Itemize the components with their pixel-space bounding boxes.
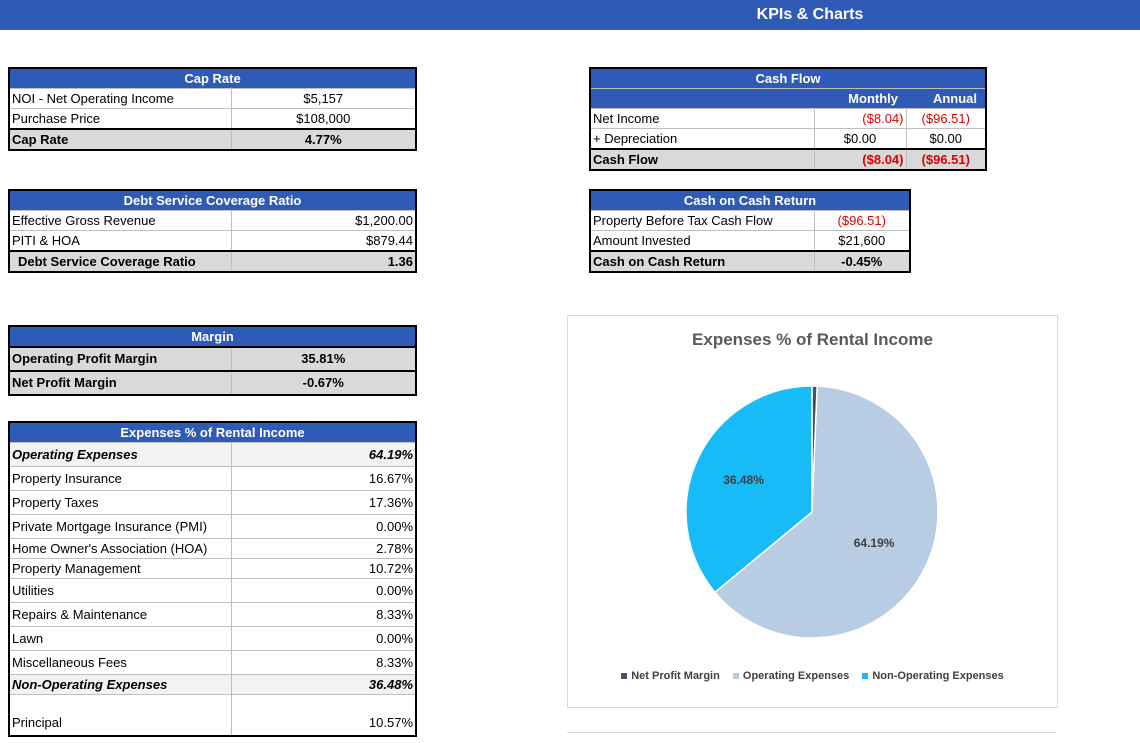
annual-column-header: Annual	[906, 88, 986, 109]
second-chart-edge	[567, 732, 1056, 743]
expense-row-value[interactable]: 10.57%	[230, 694, 417, 737]
expense-row-value[interactable]: 8.33%	[230, 602, 417, 627]
legend-item-non-operating-expenses: Non-Operating Expenses	[862, 670, 1004, 682]
dscr-total-label[interactable]: Debt Service Coverage Ratio	[8, 250, 232, 273]
coc-row-label[interactable]: Amount Invested	[589, 230, 815, 252]
cash-flow-monthly-value[interactable]: ($8.04)	[813, 108, 907, 129]
expenses-table: Expenses % of Rental Income Operating Ex…	[8, 421, 418, 737]
dscr-row-value[interactable]: $879.44	[230, 230, 417, 252]
dscr-total-value[interactable]: 1.36	[230, 250, 417, 273]
operating-expenses-value[interactable]: 64.19%	[230, 442, 417, 467]
cash-flow-annual-value[interactable]: $0.00	[905, 128, 987, 150]
cap-rate-row-value[interactable]: $108,000	[230, 108, 417, 130]
expenses-title: Expenses % of Rental Income	[9, 421, 417, 443]
cap-rate-table: Cap Rate NOI - Net Operating Income $5,1…	[8, 67, 418, 151]
cap-rate-title: Cap Rate	[9, 67, 417, 89]
cash-flow-row-label[interactable]: Net Income	[589, 108, 815, 129]
legend-swatch-operating-expenses	[732, 673, 739, 680]
expense-row-value[interactable]: 17.36%	[230, 490, 417, 515]
expense-row-value[interactable]: 16.67%	[230, 466, 417, 491]
expense-row-label[interactable]: Property Insurance	[8, 466, 232, 491]
expense-row-label[interactable]: Private Mortgage Insurance (PMI)	[8, 514, 232, 539]
expense-row-value[interactable]: 0.00%	[230, 514, 417, 539]
expense-row-label[interactable]: Lawn	[8, 626, 232, 651]
dscr-row-value[interactable]: $1,200.00	[230, 210, 417, 231]
expense-row-value[interactable]: 8.33%	[230, 650, 417, 675]
margin-row-value[interactable]: 35.81%	[230, 346, 417, 372]
monthly-column-header: Monthly	[814, 88, 906, 109]
expense-row-label[interactable]: Principal	[8, 694, 232, 737]
expense-row-label[interactable]: Utilities	[8, 578, 232, 603]
pie-label-non-operating-expenses: 36.48%	[723, 473, 764, 487]
cash-flow-total-label[interactable]: Cash Flow	[589, 148, 815, 171]
coc-title: Cash on Cash Return	[590, 189, 910, 211]
non-operating-expenses-label[interactable]: Non-Operating Expenses	[8, 674, 232, 695]
legend-swatch-net-profit-margin	[621, 673, 628, 680]
expense-row-label[interactable]: Repairs & Maintenance	[8, 602, 232, 627]
cash-flow-total-annual[interactable]: ($96.51)	[905, 148, 987, 171]
margin-row-value[interactable]: -0.67%	[230, 370, 417, 396]
pie-plot: -0.67%64.19%36.48%	[685, 385, 939, 639]
page-title: KPIs & Charts	[756, 6, 864, 23]
margin-title: Margin	[9, 325, 416, 348]
cash-flow-row-label[interactable]: + Depreciation	[589, 128, 815, 150]
expense-row-label[interactable]: Home Owner's Association (HOA)	[8, 538, 232, 559]
dscr-row-label[interactable]: PITI & HOA	[8, 230, 232, 252]
expenses-pie-chart[interactable]: Expenses % of Rental Income -0.67% 64.19%…	[567, 315, 1058, 708]
header-banner	[0, 0, 1140, 30]
pie-label-operating-expenses: 64.19%	[854, 536, 895, 550]
expense-row-value[interactable]: 2.78%	[230, 538, 417, 559]
cash-flow-monthly-value[interactable]: $0.00	[813, 128, 907, 150]
margin-row-label[interactable]: Net Profit Margin	[8, 370, 232, 396]
coc-row-label[interactable]: Property Before Tax Cash Flow	[589, 210, 815, 231]
expense-row-label[interactable]: Property Management	[8, 558, 232, 579]
expense-row-value[interactable]: 0.00%	[230, 578, 417, 603]
dscr-title: Debt Service Coverage Ratio	[9, 189, 417, 211]
chart-legend: Net Profit Margin Operating Expenses Non…	[568, 670, 1057, 682]
coc-table: Cash on Cash Return Property Before Tax …	[589, 189, 911, 273]
expense-row-label[interactable]: Miscellaneous Fees	[8, 650, 232, 675]
cap-rate-row-label[interactable]: Purchase Price	[8, 108, 232, 130]
legend-swatch-non-operating-expenses	[862, 673, 869, 680]
cash-flow-title: Cash Flow	[590, 67, 986, 89]
cash-flow-total-monthly[interactable]: ($8.04)	[813, 148, 907, 171]
coc-row-value[interactable]: $21,600	[813, 230, 911, 252]
cap-rate-row-value[interactable]: $5,157	[230, 88, 417, 109]
coc-total-value[interactable]: -0.45%	[813, 250, 911, 273]
coc-total-label[interactable]: Cash on Cash Return	[589, 250, 815, 273]
margin-row-label[interactable]: Operating Profit Margin	[8, 346, 232, 372]
dscr-row-label[interactable]: Effective Gross Revenue	[8, 210, 232, 231]
operating-expenses-label[interactable]: Operating Expenses	[8, 442, 232, 467]
expense-row-value[interactable]: 10.72%	[230, 558, 417, 579]
dscr-table: Debt Service Coverage Ratio Effective Gr…	[8, 189, 418, 273]
legend-item-operating-expenses: Operating Expenses	[732, 670, 849, 682]
coc-row-value[interactable]: ($96.51)	[813, 210, 911, 231]
cap-rate-total-value[interactable]: 4.77%	[230, 128, 417, 151]
margin-table: Margin Operating Profit Margin 35.81% Ne…	[8, 325, 417, 396]
expense-row-value[interactable]: 0.00%	[230, 626, 417, 651]
expense-row-label[interactable]: Property Taxes	[8, 490, 232, 515]
non-operating-expenses-value[interactable]: 36.48%	[230, 674, 417, 695]
cash-flow-table: Cash Flow Monthly Annual Net Income ($8.…	[589, 67, 987, 171]
cap-rate-total-label[interactable]: Cap Rate	[8, 128, 232, 151]
cash-flow-annual-value[interactable]: ($96.51)	[905, 108, 987, 129]
cap-rate-row-label[interactable]: NOI - Net Operating Income	[8, 88, 232, 109]
legend-item-net-profit-margin: Net Profit Margin	[621, 670, 720, 682]
